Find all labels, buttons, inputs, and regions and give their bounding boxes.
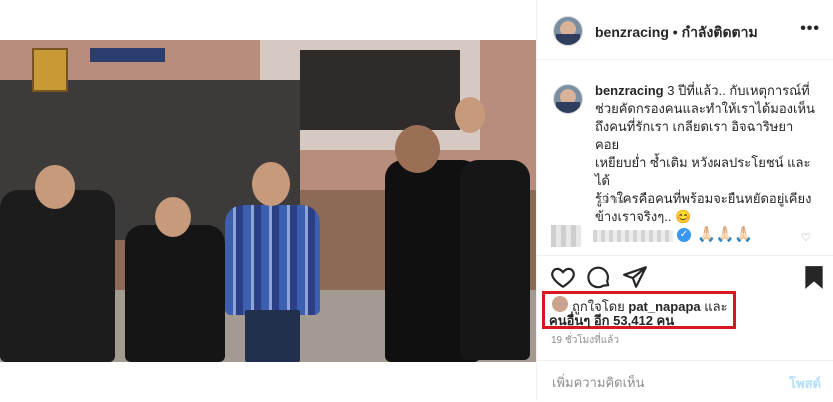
post-comment-button[interactable]: โพสต์ [789, 373, 821, 394]
instagram-post: benzracing • กำลังติดตาม ••• benzracing … [0, 0, 833, 401]
author-username[interactable]: benzracing [595, 24, 669, 40]
following-button[interactable]: กำลังติดตาม [682, 24, 758, 40]
blurred-commenter-avatar [551, 225, 581, 247]
photo-person-head [252, 162, 290, 206]
bookmark-icon[interactable] [801, 264, 827, 290]
post-header: benzracing • กำลังติดตาม ••• [537, 0, 833, 60]
verified-badge-icon: ✓ [677, 228, 691, 242]
header-separator: • [668, 24, 682, 40]
blurred-commenter-name [593, 230, 673, 242]
photo-portrait-frame [32, 48, 68, 92]
comment-input[interactable] [550, 369, 774, 395]
comment-like-heart-icon[interactable]: ♡ [801, 231, 811, 244]
photo-person-head [395, 125, 440, 173]
caption-author-avatar[interactable] [553, 84, 583, 114]
likes-highlight-box: ถูกใจโดย pat_napapa และ คนอื่นๆ อีก 53,4… [542, 291, 736, 329]
likes-conj: และ [700, 299, 728, 314]
photo-person-head [35, 165, 75, 209]
header-text: benzracing • กำลังติดตาม [595, 22, 758, 44]
caption-text: 3 ปีที่แล้ว.. กับเหตุการณ์ที่ ช่วยคัดกรอ… [595, 83, 815, 224]
caption-body: benzracing 3 ปีที่แล้ว.. กับเหตุการณ์ที่… [595, 82, 817, 226]
photo-person-plaid-shirt [225, 205, 320, 315]
author-avatar[interactable] [553, 16, 583, 46]
caption-username[interactable]: benzracing [595, 83, 664, 98]
post-timestamp[interactable]: 19 ชั่วโมงที่แล้ว [551, 333, 619, 348]
photo-person-head [455, 97, 485, 133]
post-photo[interactable] [0, 40, 536, 362]
caption-time: 19 ชม. [597, 195, 628, 206]
heart-icon[interactable] [550, 264, 576, 290]
photo-person-head [155, 197, 191, 237]
paper-plane-icon[interactable] [622, 264, 648, 290]
more-dots-icon[interactable]: ••• [800, 20, 820, 38]
photo-sign [90, 48, 165, 62]
photo-person-guard-left [0, 190, 115, 362]
comment-text: 🙏🏻🙏🏻🙏🏻 [697, 226, 754, 243]
likes-count[interactable]: คนอื่นๆ อีก 53,412 คน [549, 310, 674, 331]
photo-background-window-dark [300, 50, 460, 130]
action-bar [536, 255, 833, 296]
comment-bubble-icon[interactable] [586, 264, 612, 290]
photo-person-guard-far-right [460, 160, 530, 360]
comment-row: ✓ 🙏🏻🙏🏻🙏🏻 ♡ [551, 225, 821, 249]
add-comment-bar: โพสต์ [536, 360, 833, 402]
photo-person-suit [125, 225, 225, 362]
photo-person-jeans [245, 310, 300, 362]
